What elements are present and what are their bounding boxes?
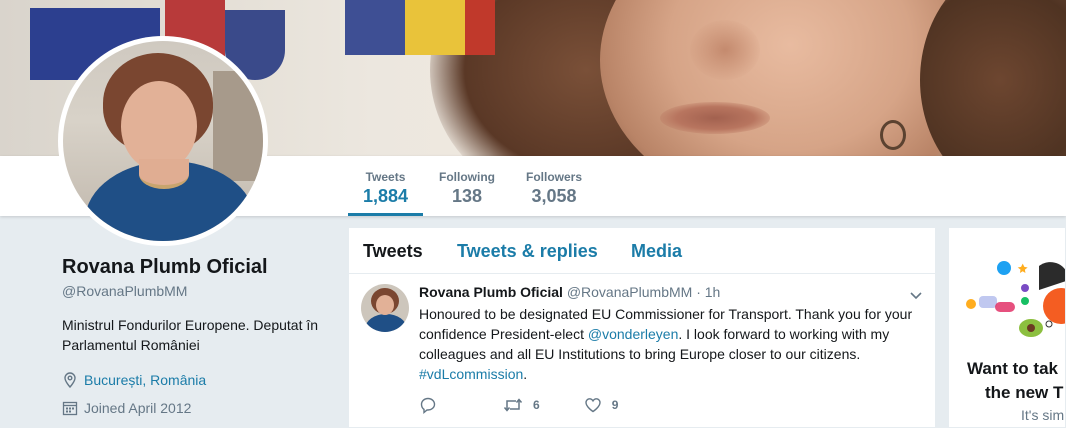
nav-following-count: 138 — [451, 186, 483, 206]
nav-following[interactable]: Following 138 — [432, 156, 502, 216]
promo-card[interactable]: Want to tak the new T It's sim — [948, 227, 1066, 428]
timeline-tabs: Tweets Tweets & replies Media — [349, 228, 935, 274]
avatar-background-shape — [213, 71, 263, 181]
timeline: Tweets Tweets & replies Media Rovana Plu… — [348, 227, 936, 428]
tweet-hashtag[interactable]: #vdLcommission — [419, 366, 523, 382]
nav-tweets[interactable]: Tweets 1,884 — [348, 156, 423, 216]
tweet-avatar-jacket-shape — [365, 314, 407, 332]
banner-earring-shape — [880, 120, 906, 150]
retweet-count: 6 — [533, 398, 540, 412]
tweet-text-part3: . — [523, 366, 528, 382]
profile-location: București, România — [62, 369, 342, 391]
calendar-icon — [62, 400, 78, 416]
like-button[interactable]: 9 — [584, 396, 619, 414]
tweet-text: Honoured to be designated EU Commissione… — [419, 304, 919, 384]
tab-media[interactable]: Media — [631, 241, 682, 262]
nav-tweets-label: Tweets — [365, 170, 406, 184]
banner-lips-shape — [660, 102, 770, 134]
promo-subtitle: It's sim — [1021, 407, 1065, 423]
tweet[interactable]: Rovana Plumb Oficial @RovanaPlumbMM · 1h… — [349, 274, 935, 428]
tweet-author-name[interactable]: Rovana Plumb Oficial — [419, 284, 563, 300]
tweet-avatar-face-shape — [376, 295, 394, 315]
profile-avatar[interactable] — [58, 36, 268, 246]
tweet-timestamp[interactable]: 1h — [705, 284, 721, 300]
tweet-avatar[interactable] — [361, 284, 409, 332]
tweet-author-handle[interactable]: @RovanaPlumbMM — [567, 284, 692, 300]
tab-tweets[interactable]: Tweets — [363, 241, 423, 262]
banner-poster-red2 — [465, 0, 495, 55]
tab-tweets-replies[interactable]: Tweets & replies — [457, 241, 598, 262]
nav-tweets-count: 1,884 — [362, 186, 409, 206]
promo-illustration — [966, 261, 1065, 337]
profile-joined: Joined April 2012 — [62, 397, 342, 419]
tweet-mention[interactable]: @vonderleyen — [588, 326, 679, 342]
banner-poster-blue — [345, 0, 405, 55]
profile-card: Rovana Plumb Oficial @RovanaPlumbMM Mini… — [62, 256, 342, 419]
nav-following-label: Following — [439, 170, 495, 184]
banner-nose-shape — [690, 20, 760, 80]
reply-button[interactable] — [419, 396, 447, 414]
avatar-face-shape — [121, 81, 197, 171]
retweet-icon — [503, 398, 523, 412]
promo-title-line2: the new T — [985, 383, 1064, 402]
nav-followers[interactable]: Followers 3,058 — [520, 156, 588, 216]
tweet-separator: · — [696, 284, 701, 300]
tweet-header: Rovana Plumb Oficial @RovanaPlumbMM · 1h — [419, 284, 923, 304]
avatar-image — [63, 41, 263, 241]
promo-title: Want to tak the new T — [967, 357, 1065, 405]
nav-followers-label: Followers — [525, 170, 582, 184]
tweet-actions: 6 9 — [419, 396, 654, 414]
banner-hair-right-shape — [920, 0, 1066, 156]
retweet-button[interactable]: 6 — [503, 396, 540, 414]
profile-bio: Ministrul Fondurilor Europene. Deputat î… — [62, 317, 319, 353]
location-link[interactable]: București, România — [84, 372, 206, 388]
avatar-neck-shape — [139, 159, 189, 189]
nav-followers-count: 3,058 — [531, 186, 577, 206]
joined-text: Joined April 2012 — [84, 400, 192, 416]
heart-icon — [584, 398, 601, 413]
like-count: 9 — [611, 398, 619, 412]
chevron-down-icon[interactable] — [909, 288, 923, 302]
banner-poster-yellow — [405, 0, 465, 55]
location-icon — [62, 372, 78, 389]
profile-handle[interactable]: @RovanaPlumbMM — [62, 283, 342, 299]
reply-icon — [420, 397, 436, 414]
profile-name[interactable]: Rovana Plumb Oficial — [62, 256, 342, 279]
promo-title-line1: Want to tak — [967, 359, 1058, 378]
